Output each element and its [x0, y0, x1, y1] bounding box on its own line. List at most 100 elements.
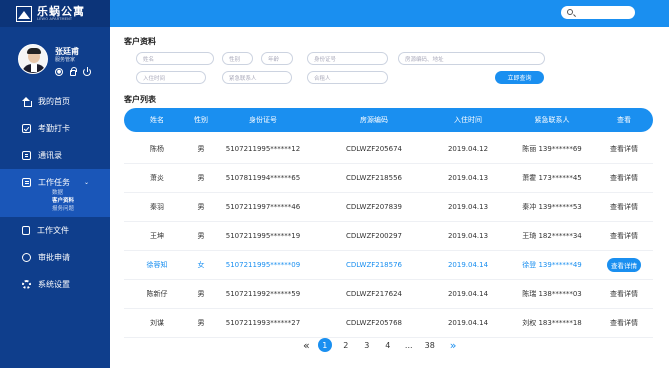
page-3[interactable]: 3 [360, 338, 374, 352]
age-filter[interactable]: 年龄 [261, 52, 293, 65]
column-header: 紧急联系人 [534, 116, 570, 124]
page-ellipsis: ... [404, 340, 413, 350]
sidebar-item-label: 通讯录 [38, 151, 62, 160]
sidebar-item-label: 工作文件 [37, 226, 69, 235]
cell-name: 徐蓉知 [146, 261, 168, 269]
cell-emergency: 王琦 182******34 [522, 232, 582, 240]
room-filter[interactable]: 房源编码、地址 [398, 52, 545, 65]
cell-gender: 男 [197, 290, 205, 298]
search-input[interactable] [561, 6, 635, 19]
table-row[interactable]: 陈新仔 男 5107211992******59 CDLWZF217624 2019.0… [124, 280, 653, 309]
next-page-icon[interactable]: » [450, 339, 457, 352]
cell-emergency: 徐登 139******49 [522, 261, 582, 269]
sidebar-item-label: 系统设置 [38, 280, 70, 289]
cell-checkin: 2019.04.12 [447, 145, 489, 153]
app-subtitle: LEWO APARTMENT [37, 16, 73, 21]
cell-id: 5107211995******09 [225, 261, 301, 269]
contacts-icon [22, 151, 31, 160]
query-button[interactable]: 立即查询 [495, 71, 544, 84]
table-row[interactable]: 王坤 男 5107211995******19 CDLWZF200297 2019.04… [124, 222, 653, 251]
sidebar-item-label: 考勤打卡 [38, 124, 70, 133]
page-1[interactable]: 1 [317, 338, 332, 352]
cell-gender: 男 [197, 232, 205, 240]
name-filter[interactable]: 姓名 [136, 52, 214, 65]
view-detail-button[interactable]: 查看详情 [610, 318, 638, 328]
cell-name: 刘谋 [150, 319, 164, 327]
column-header: 入住时间 [454, 116, 482, 124]
id-filter[interactable]: 身份证号 [307, 52, 388, 65]
cell-id: 5107211993******27 [225, 319, 301, 327]
user-icon[interactable]: ● [55, 68, 63, 76]
search-icon [567, 9, 573, 15]
prev-page-icon[interactable]: « [303, 339, 310, 352]
cell-room: CDLWZF218556 [346, 174, 402, 182]
table-row[interactable]: 秦羽 男 5107211997******46 CDLWZF207839 2019.04… [124, 193, 653, 222]
section-title-profile: 客户资料 [124, 37, 156, 46]
cell-name: 陈新仔 [146, 290, 168, 298]
sidebar-group-tasks: 工作任务 ⌄ 数据 客户资料 报务问题 [0, 169, 110, 217]
table-row[interactable]: 徐蓉知 女 5107211995******09 CDLWZF218576 2019.0… [124, 251, 653, 280]
section-title-list: 客户列表 [124, 95, 156, 104]
cell-id: 5107211992******59 [225, 290, 301, 298]
avatar[interactable] [18, 44, 48, 74]
sidebar-item-contacts[interactable]: 通讯录 [0, 142, 110, 169]
sidebar-subitem-issues[interactable]: 报务问题 [52, 205, 110, 213]
cell-checkin: 2019.04.13 [447, 203, 489, 211]
pagination: « 1 2 3 4 ... 38 » [303, 337, 464, 353]
table-row[interactable]: 萧炎 男 5107811994******65 CDLWZF218556 2019.04… [124, 164, 653, 193]
sidebar-item-label: 工作任务 [38, 178, 70, 187]
view-detail-button[interactable]: 查看详情 [610, 173, 638, 183]
table-row[interactable]: 陈杨 男 5107211995******12 CDLWZF205674 2019.04… [124, 135, 653, 164]
cell-room: CDLWZF205768 [346, 319, 402, 327]
column-header: 姓名 [150, 116, 164, 124]
view-detail-button[interactable]: 查看详情 [607, 258, 641, 272]
sidebar-subitem-data[interactable]: 数据 [52, 189, 110, 197]
view-detail-button[interactable]: 查看详情 [610, 231, 638, 241]
file-icon [22, 226, 30, 235]
checkin-filter[interactable]: 入住时间 [136, 71, 206, 84]
sidebar-item-attendance[interactable]: 考勤打卡 [0, 115, 110, 142]
sidebar: 乐蜗公寓 LEWO APARTMENT 张廷甫 服务管家 ● 我的首页 考勤打卡… [0, 0, 110, 368]
gender-filter[interactable]: 性别 [222, 52, 253, 65]
column-header: 查看 [617, 116, 631, 124]
cell-name: 秦羽 [150, 203, 164, 211]
emergency-filter[interactable]: 紧急联系人 [222, 71, 292, 84]
home-icon [22, 97, 32, 107]
power-icon[interactable] [83, 67, 91, 76]
user-role: 服务管家 [55, 57, 76, 63]
cell-gender: 女 [197, 261, 205, 269]
cell-room: CDLWZF207839 [346, 203, 402, 211]
sidebar-item-settings[interactable]: 系统设置 [0, 271, 110, 298]
column-header: 性别 [194, 116, 208, 124]
view-detail-button[interactable]: 查看详情 [610, 202, 638, 212]
column-header: 身份证号 [249, 116, 277, 124]
cell-emergency: 秦冲 139******53 [522, 203, 582, 211]
cell-room: CDLWZF218576 [346, 261, 402, 269]
sidebar-item-files[interactable]: 工作文件 [0, 217, 110, 244]
cell-gender: 男 [197, 203, 205, 211]
page-4[interactable]: 4 [381, 338, 395, 352]
view-detail-button[interactable]: 查看详情 [610, 289, 638, 299]
cell-name: 陈杨 [150, 145, 164, 153]
approval-icon [22, 253, 31, 262]
cell-checkin: 2019.04.13 [447, 232, 489, 240]
logo-icon [16, 5, 32, 22]
cell-name: 王坤 [150, 232, 164, 240]
sidebar-subitem-customers[interactable]: 客户资料 [52, 197, 110, 205]
sidebar-item-approval[interactable]: 审批申请 [0, 244, 110, 271]
sidebar-item-label: 我的首页 [38, 97, 70, 106]
column-header: 房源编码 [360, 116, 388, 124]
page-2[interactable]: 2 [339, 338, 353, 352]
lock-icon[interactable] [70, 67, 77, 76]
logo[interactable]: 乐蜗公寓 LEWO APARTMENT [0, 0, 110, 27]
cell-room: CDLWZF217624 [346, 290, 402, 298]
cell-name: 萧炎 [150, 174, 164, 182]
table-row[interactable]: 刘谋 男 5107211993******27 CDLWZF205768 2019.04… [124, 309, 653, 338]
task-icon [22, 178, 31, 187]
cell-id: 5107811994******65 [225, 174, 301, 182]
view-detail-button[interactable]: 查看详情 [610, 144, 638, 154]
sidebar-item-home[interactable]: 我的首页 [0, 88, 110, 115]
page-last[interactable]: 38 [423, 338, 437, 352]
cell-checkin: 2019.04.14 [447, 261, 489, 269]
tel-filter[interactable]: 合租人 [307, 71, 388, 84]
